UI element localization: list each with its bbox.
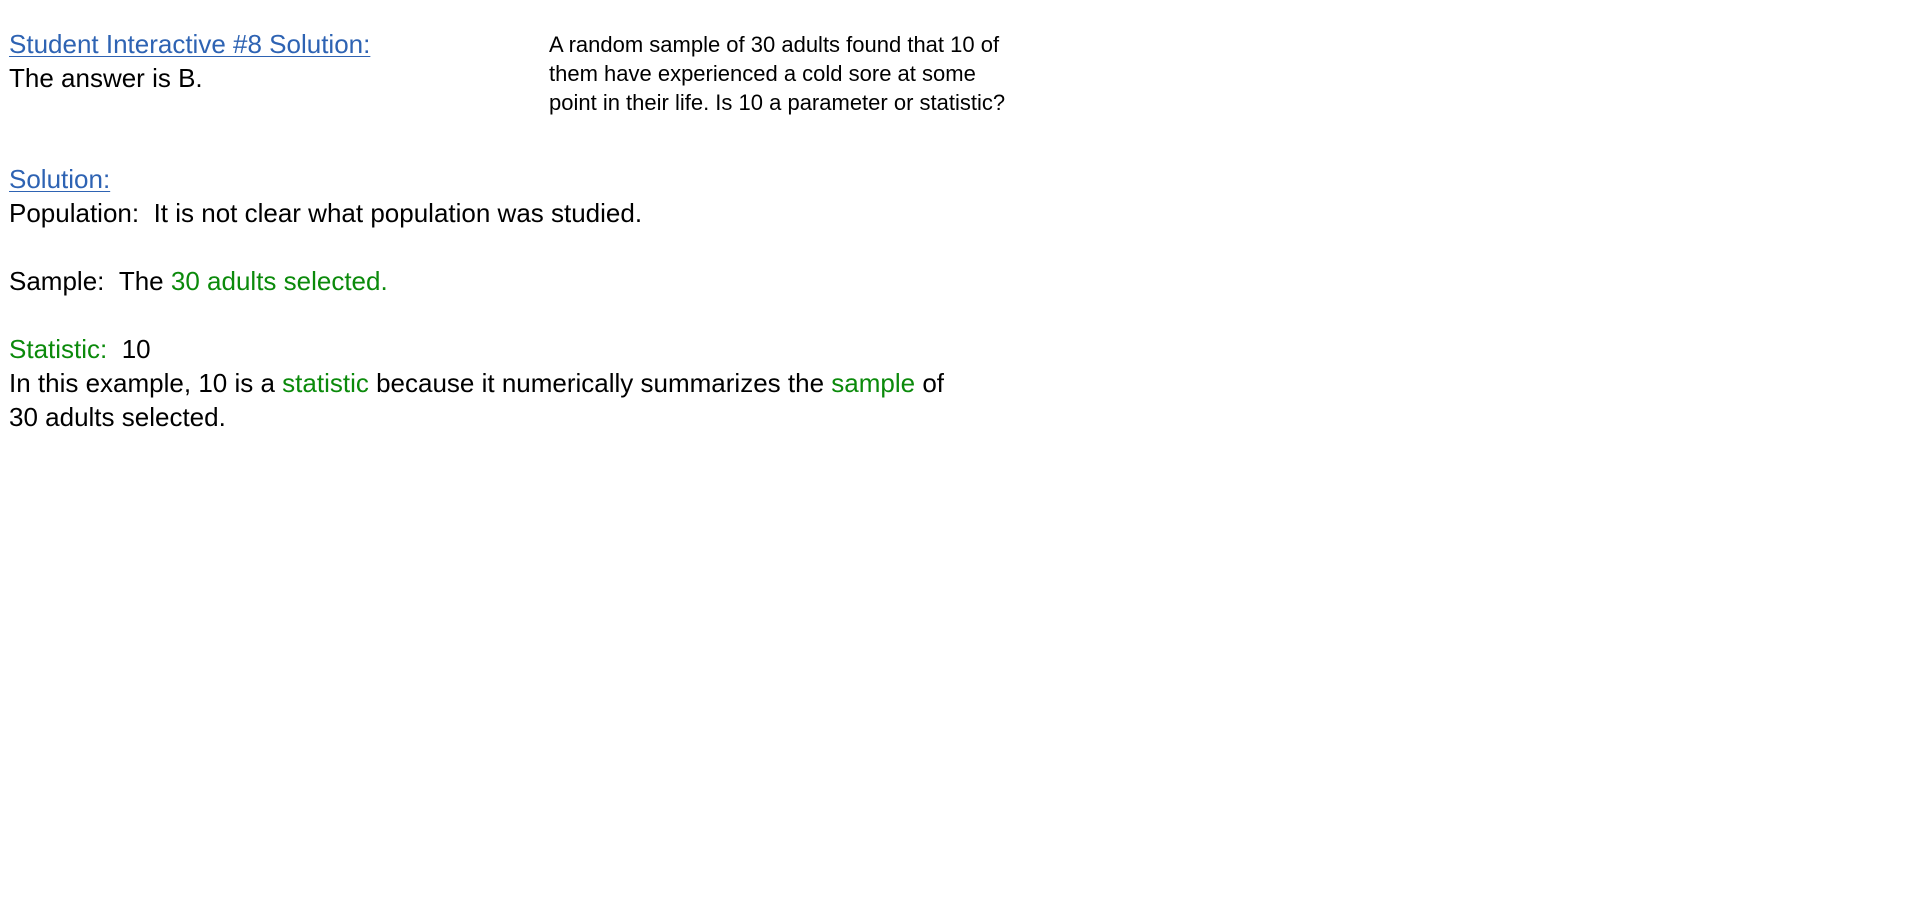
sample-line: Sample: The 30 adults selected. — [9, 264, 388, 298]
sample-term: sample — [831, 368, 916, 398]
population-text: It is not clear what population was stud… — [153, 198, 643, 228]
explanation-part: because it numerically summarizes the — [376, 368, 825, 398]
document-page: { "header": { "title": "Student Interact… — [0, 0, 1914, 903]
answer-text: The answer is B. — [9, 63, 203, 93]
explanation-line: In this example, 10 is a statistic becau… — [9, 366, 944, 400]
statistic-line: Statistic: 10 — [9, 332, 151, 366]
question-text: A random sample of 30 adults found that … — [549, 30, 1089, 117]
sample-prefix: The — [118, 266, 164, 296]
question-line: them have experienced a cold sore at som… — [549, 61, 976, 86]
statistic-label: Statistic: — [9, 334, 108, 364]
solution-heading-link[interactable]: Solution: — [9, 164, 110, 194]
question-line: A random sample of 30 adults found that … — [549, 32, 1000, 57]
population-label: Population: — [9, 198, 140, 228]
explanation-part: of — [922, 368, 945, 398]
solution-heading[interactable]: Solution: — [9, 162, 110, 196]
solution-title-link[interactable]: Student Interactive #8 Solution: — [9, 29, 370, 59]
solution-title[interactable]: Student Interactive #8 Solution: — [9, 27, 370, 61]
explanation-part: In this example, 10 is a — [9, 368, 275, 398]
population-line: Population: It is not clear what populat… — [9, 196, 642, 230]
question-line: point in their life. Is 10 a parameter o… — [549, 90, 1006, 115]
sample-label: Sample: — [9, 266, 105, 296]
explanation-line: 30 adults selected. — [9, 402, 226, 432]
statistic-value: 10 — [121, 334, 151, 364]
statistic-term: statistic — [282, 368, 369, 398]
sample-value: 30 adults selected. — [170, 266, 388, 296]
